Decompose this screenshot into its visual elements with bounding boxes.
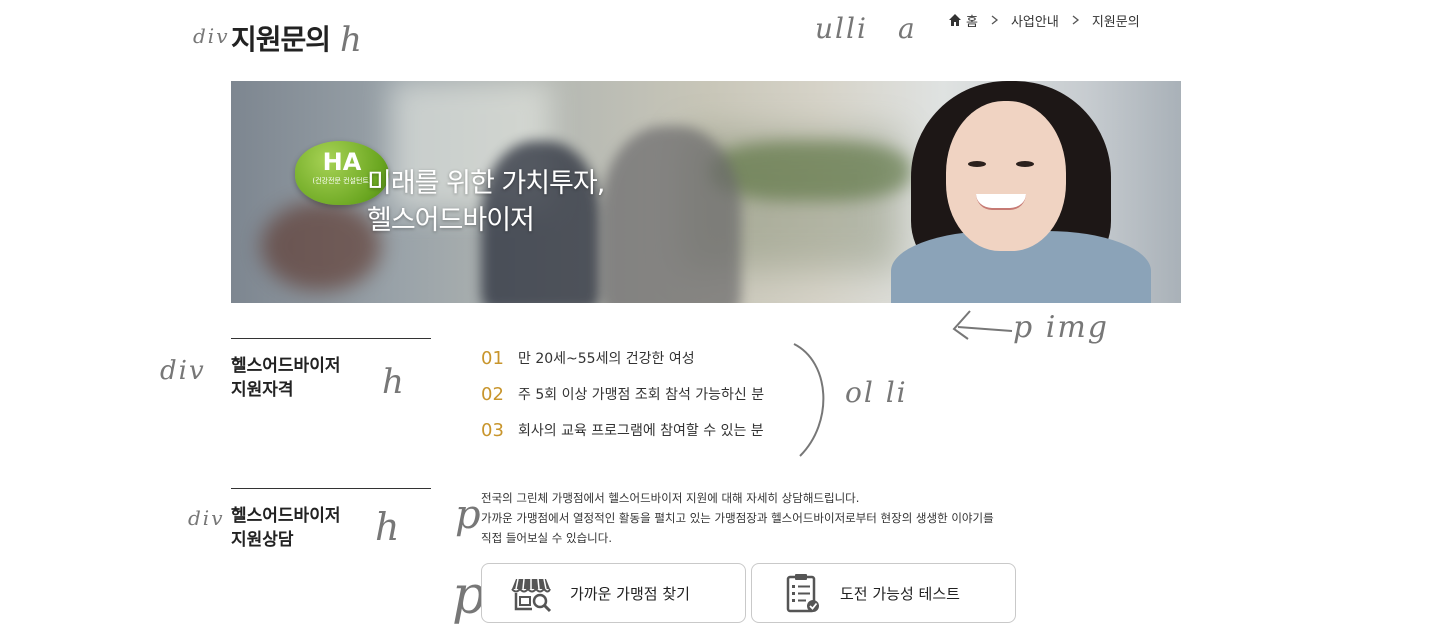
hero-line1: 미래를 위한 가치투자,	[367, 168, 605, 199]
find-store-label: 가까운 가맹점 찾기	[570, 584, 690, 603]
consultation-description: 전국의 그린체 가맹점에서 헬스어드바이저 지원에 대해 자세히 상담해드립니다…	[481, 488, 994, 548]
hero-banner: HA (건강전문 컨설턴트) 미래를 위한 가치투자, 헬스어드바이저	[231, 81, 1181, 303]
consultation-line: 전국의 그린체 가맹점에서 헬스어드바이저 지원에 대해 자세히 상담해드립니다…	[481, 491, 860, 505]
annotation-div: div	[160, 356, 206, 386]
consultation-line: 가까운 가맹점에서 열정적인 활동을 펼치고 있는 가맹점장과 헬스어드바이저로…	[481, 511, 994, 525]
hero-slogan: 미래를 위한 가치투자, 헬스어드바이저	[367, 165, 605, 239]
item-text: 주 5회 이상 가맹점 조회 참석 가능하신 분	[518, 387, 765, 403]
page-title: 지원문의	[231, 23, 331, 56]
list-item: 03 회사의 교육 프로그램에 참여할 수 있는 분	[481, 412, 764, 448]
qualification-heading-line1: 헬스어드바이저	[231, 356, 341, 376]
aptitude-test-button[interactable]: 도전 가능성 테스트	[751, 563, 1016, 623]
store-search-icon	[511, 578, 552, 613]
clipboard-check-icon	[786, 574, 819, 613]
aptitude-test-label: 도전 가능성 테스트	[840, 584, 960, 603]
qualification-heading: 헬스어드바이저 지원자격	[231, 354, 340, 402]
annotation-h: h	[340, 20, 364, 60]
item-text: 만 20세~55세의 건강한 여성	[518, 351, 695, 367]
item-number: 02	[481, 383, 504, 405]
qualification-list: 01 만 20세~55세의 건강한 여성 02 주 5회 이상 가맹점 조회 참…	[481, 340, 764, 448]
annotation-ulli: ulli	[815, 12, 868, 45]
annotation-h: h	[382, 362, 406, 402]
breadcrumb: 홈 사업안내 지원문의	[948, 11, 1140, 30]
annotation-p-img: p img	[1013, 310, 1109, 345]
home-icon	[949, 14, 961, 26]
annotation-p: p	[455, 492, 483, 538]
section-divider	[231, 338, 431, 339]
item-text: 회사의 교육 프로그램에 참여할 수 있는 분	[518, 423, 764, 439]
chevron-right-icon	[991, 15, 999, 25]
list-item: 01 만 20세~55세의 건강한 여성	[481, 340, 764, 376]
list-item: 02 주 5회 이상 가맹점 조회 참석 가능하신 분	[481, 376, 764, 412]
section-divider	[231, 488, 431, 489]
consultation-heading-line1: 헬스어드바이저	[231, 506, 341, 526]
annotation-arrow	[952, 310, 1013, 340]
item-number: 01	[481, 347, 504, 369]
breadcrumb-business[interactable]: 사업안내	[1011, 11, 1059, 30]
chevron-right-icon	[1072, 15, 1079, 25]
annotation-ol-li: ol li	[845, 376, 908, 409]
annotation-a: a	[898, 12, 917, 45]
qualification-heading-line2: 지원자격	[231, 380, 294, 400]
annotation-div: div	[193, 24, 230, 48]
annotation-div: div	[188, 506, 225, 530]
annotation-bracket	[793, 343, 825, 457]
hero-line2: 헬스어드바이저	[367, 205, 535, 236]
annotation-h: h	[375, 505, 402, 549]
breadcrumb-home[interactable]: 홈	[966, 11, 978, 30]
find-store-button[interactable]: 가까운 가맹점 찾기	[481, 563, 746, 623]
item-number: 03	[481, 419, 504, 441]
breadcrumb-current[interactable]: 지원문의	[1092, 11, 1140, 30]
consultation-line: 직접 들어보실 수 있습니다.	[481, 531, 613, 545]
consultation-heading-line2: 지원상담	[231, 530, 294, 550]
consultation-heading: 헬스어드바이저 지원상담	[231, 504, 340, 552]
